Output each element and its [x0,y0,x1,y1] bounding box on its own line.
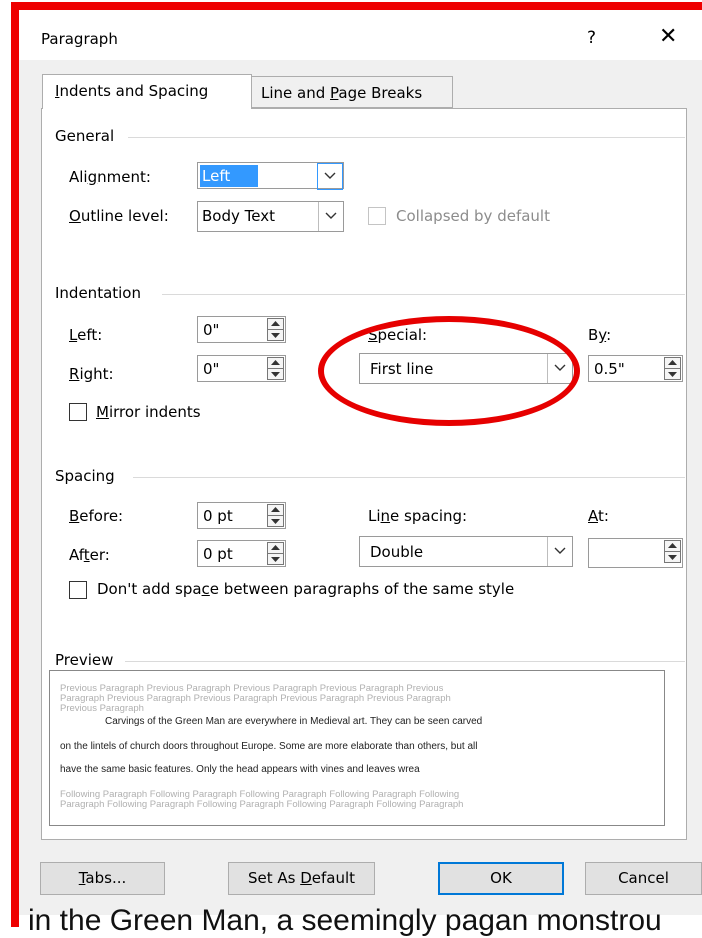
tab-label: ndents and Spacing [59,82,209,100]
preview-sample-line: Carvings of the Green Man are everywhere… [105,716,483,727]
right-indent-value: 0" [203,360,220,378]
divider [128,137,685,138]
spin-down-icon [271,372,280,377]
right-indent-spinner[interactable]: 0" [197,355,286,382]
tab-indents-and-spacing[interactable]: Indents and Spacing [42,74,252,109]
chevron-down-icon[interactable] [317,163,343,190]
before-value: 0 pt [203,507,233,525]
after-label: After: [69,546,110,564]
before-label: Before: [69,507,124,525]
dont-add-space-label: Don't add space between paragraphs of th… [97,580,515,598]
cancel-button[interactable]: Cancel [585,862,702,895]
spin-up-icon [668,543,677,548]
after-value: 0 pt [203,545,233,563]
preview-previous-paragraph: Previous Paragraph Previous Paragraph Pr… [60,683,451,714]
spin-up-icon [271,545,280,550]
dont-add-space-checkbox[interactable] [69,581,87,599]
section-preview-heading: Preview [55,651,114,669]
spin-down-icon [271,333,280,338]
right-indent-label: Right: [69,365,114,383]
outline-level-select[interactable]: Body Text [197,201,344,232]
preview-following-paragraph: Following Paragraph Following Paragraph … [60,789,464,810]
spin-down-icon [668,555,677,560]
divider [125,661,685,662]
by-label: By: [588,326,612,344]
alignment-label: Alignment: [69,168,151,186]
divider [162,294,685,295]
tab-label: age Breaks [338,84,423,102]
left-indent-value: 0" [203,321,220,339]
by-value: 0.5" [594,360,625,378]
outline-level-value: Body Text [202,207,275,225]
preview-sample-line: have the same basic features. Only the h… [60,764,420,775]
spin-buttons[interactable] [267,504,284,527]
tabs-button[interactable]: Tabs... [40,862,165,895]
line-spacing-label: Line spacing: [368,507,468,525]
dialog-title: Paragraph [41,30,118,48]
spin-down-icon [668,372,677,377]
line-spacing-value: Double [370,543,424,561]
spin-up-icon [668,360,677,365]
collapsed-by-default-checkbox[interactable] [368,207,386,225]
at-label: At: [588,507,609,525]
left-indent-spinner[interactable]: 0" [197,316,286,343]
at-spinner[interactable] [588,538,683,568]
title-bar: Paragraph ? ✕ [19,10,702,60]
spin-down-icon [271,557,280,562]
spin-buttons[interactable] [664,540,681,563]
annotation-ellipse [318,316,580,426]
spin-buttons[interactable] [267,357,284,380]
chevron-down-icon[interactable] [318,202,343,231]
spin-up-icon [271,360,280,365]
preview-sample-line: on the lintels of church doors throughou… [60,741,478,752]
background-document-text: in the Green Man, a seemingly pagan mons… [28,904,662,937]
spin-buttons[interactable] [664,357,681,380]
before-spinner[interactable]: 0 pt [197,502,286,529]
help-icon[interactable]: ? [587,28,596,48]
mirror-indents-checkbox[interactable] [69,403,87,421]
spin-buttons[interactable] [267,542,284,565]
preview-box: Previous Paragraph Previous Paragraph Pr… [49,670,665,826]
spin-up-icon [271,507,280,512]
set-as-default-button[interactable]: Set As Default [228,862,375,895]
spin-down-icon [271,519,280,524]
collapsed-by-default-label: Collapsed by default [396,207,550,225]
spin-up-icon [271,321,280,326]
alignment-select[interactable]: Left [197,162,344,190]
alignment-value: Left [200,165,259,187]
ok-button[interactable]: OK [438,862,564,895]
divider [133,477,685,478]
spin-buttons[interactable] [267,318,284,341]
tab-line-and-page-breaks[interactable]: Line and Page Breaks [251,76,453,108]
by-spinner[interactable]: 0.5" [588,355,683,382]
section-indentation-heading: Indentation [55,284,141,302]
section-spacing-heading: Spacing [55,467,115,485]
tab-label: Line and [261,84,331,102]
line-spacing-select[interactable]: Double [359,536,573,567]
outline-level-label: Outline level: [69,207,169,225]
after-spinner[interactable]: 0 pt [197,540,286,567]
chevron-down-icon[interactable] [547,537,572,566]
mirror-indents-label: Mirror indents [96,403,201,421]
close-icon[interactable]: ✕ [659,24,677,49]
left-indent-label: Left: [69,326,103,344]
section-general-heading: General [55,127,115,145]
